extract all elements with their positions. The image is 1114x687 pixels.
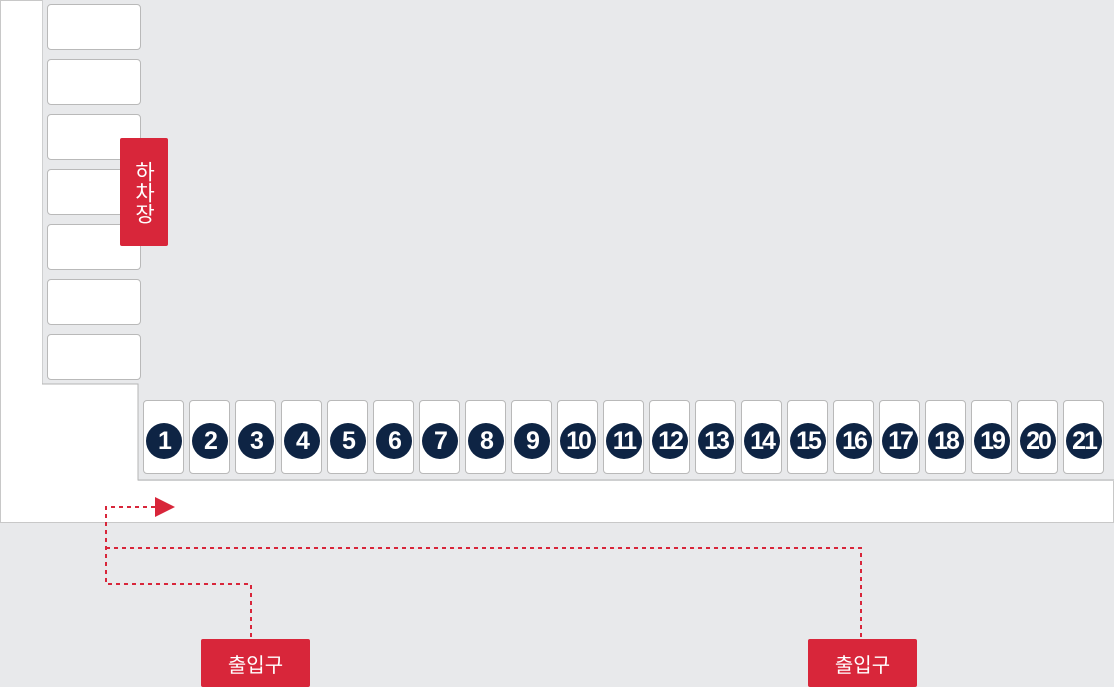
dock-number-badge: 6 [376,423,412,459]
dock-door-2: 2 [189,400,230,474]
left-bay-slot [47,334,141,380]
left-bay-slot [47,279,141,325]
left-bay-slot [47,59,141,105]
exit-label-left: 출입구 [201,639,310,687]
road-area [0,523,1114,687]
dock-number-badge: 1 [146,423,182,459]
unloading-area-label: 하차장 [120,138,168,246]
dock-door-5: 5 [327,400,368,474]
dock-number-badge: 21 [1066,423,1102,459]
dock-door-13: 13 [695,400,736,474]
dock-number-badge: 11 [606,423,642,459]
dock-number-badge: 4 [284,423,320,459]
exit-label-right: 출입구 [808,639,917,687]
dock-door-16: 16 [833,400,874,474]
dock-number-badge: 20 [1020,423,1056,459]
left-bay-slot [47,4,141,50]
dock-number-badge: 19 [974,423,1010,459]
dock-door-15: 15 [787,400,828,474]
dock-door-11: 11 [603,400,644,474]
dock-door-6: 6 [373,400,414,474]
dock-door-21: 21 [1063,400,1104,474]
dock-number-badge: 10 [560,423,596,459]
dock-number-badge: 9 [514,423,550,459]
dock-number-badge: 5 [330,423,366,459]
dock-door-19: 19 [971,400,1012,474]
dock-door-17: 17 [879,400,920,474]
dock-number-badge: 8 [468,423,504,459]
dock-number-badge: 15 [790,423,826,459]
dock-door-10: 10 [557,400,598,474]
dock-door-14: 14 [741,400,782,474]
dock-door-18: 18 [925,400,966,474]
dock-door-20: 20 [1017,400,1058,474]
dock-number-badge: 13 [698,423,734,459]
dock-number-badge: 2 [192,423,228,459]
dock-number-badge: 12 [652,423,688,459]
dock-number-badge: 14 [744,423,780,459]
dock-door-12: 12 [649,400,690,474]
warehouse-layout-diagram: 1 2 3 4 5 6 7 8 9 10 11 12 13 14 15 16 17 18 19 20 21 하차장 출입… [0,0,1114,687]
dock-door-1: 1 [143,400,184,474]
dock-number-badge: 17 [882,423,918,459]
dock-door-3: 3 [235,400,276,474]
dock-door-9: 9 [511,400,552,474]
dock-door-8: 8 [465,400,506,474]
dock-number-badge: 16 [836,423,872,459]
dock-number-badge: 7 [422,423,458,459]
dock-door-4: 4 [281,400,322,474]
dock-number-badge: 3 [238,423,274,459]
dock-number-badge: 18 [928,423,964,459]
dock-door-7: 7 [419,400,460,474]
